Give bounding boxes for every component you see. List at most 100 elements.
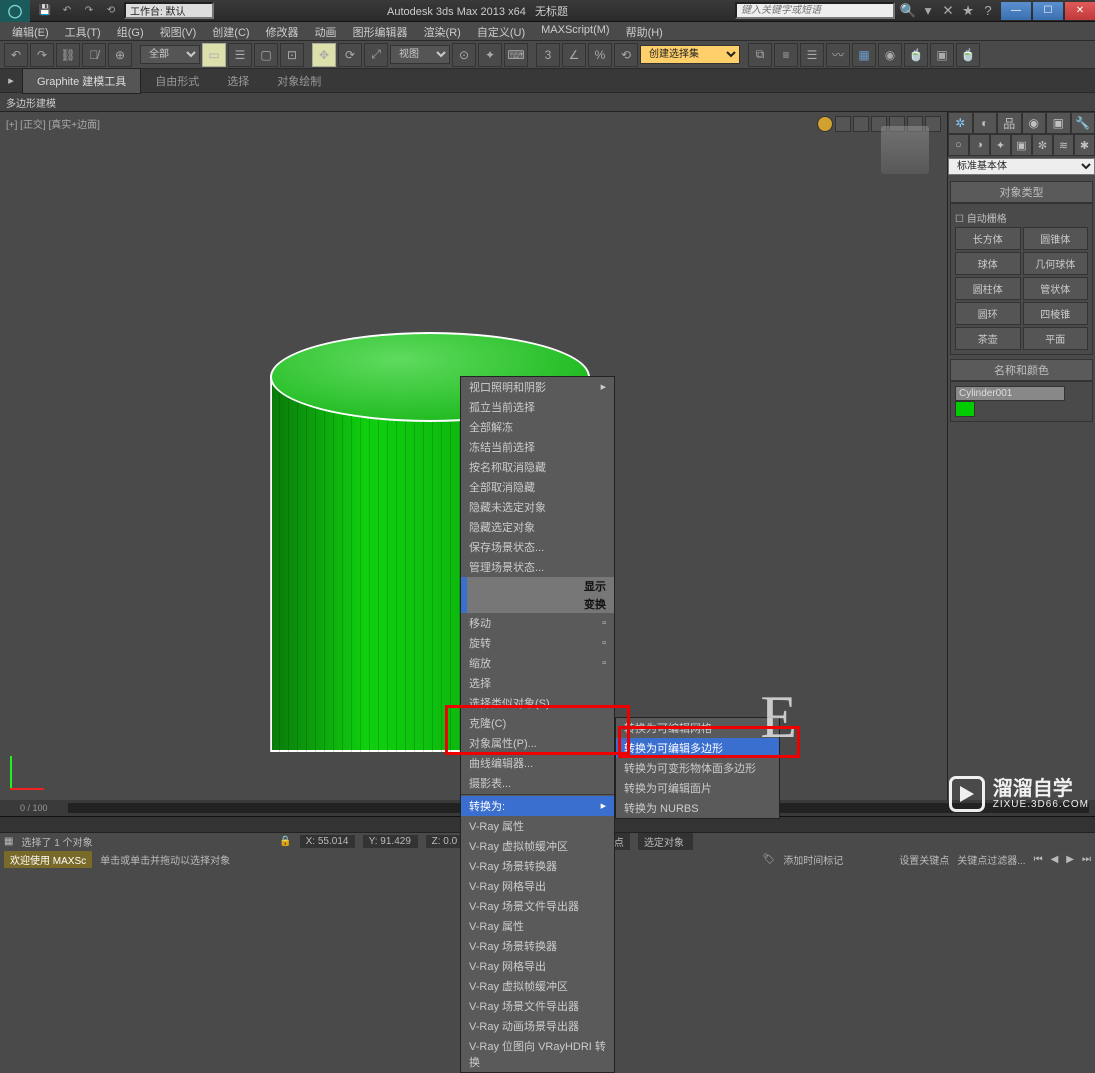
ctx-vray-sceneconv[interactable]: V-Ray 场景转换器 bbox=[461, 856, 614, 876]
maxscript-listener[interactable]: 欢迎使用 MAXSc bbox=[4, 851, 92, 868]
sub-editable-poly[interactable]: 转换为可编辑多边形 bbox=[616, 738, 779, 758]
prim-cone[interactable]: 圆锥体 bbox=[1023, 227, 1089, 250]
window-crossing-icon[interactable]: ⊡ bbox=[280, 43, 304, 67]
undo-icon[interactable]: ↶ bbox=[4, 43, 28, 67]
setkey-button[interactable]: 设置关键点 bbox=[899, 852, 949, 867]
sub-deform-poly[interactable]: 转换为可变形物体面多边形 bbox=[616, 758, 779, 778]
menu-maxscript[interactable]: MAXScript(M) bbox=[533, 22, 617, 40]
tab-modify-icon[interactable]: ◐ bbox=[973, 112, 998, 134]
ctx-manage-state[interactable]: 管理场景状态... bbox=[461, 557, 614, 577]
sub-shapes-icon[interactable]: ◑ bbox=[969, 134, 990, 156]
rotate-icon[interactable]: ⟳ bbox=[338, 43, 362, 67]
sub-lights-icon[interactable]: ✦ bbox=[990, 134, 1011, 156]
anglesnap-icon[interactable]: ∠ bbox=[562, 43, 586, 67]
ribbon-tab-paint[interactable]: 对象绘制 bbox=[263, 69, 335, 93]
spinnersnap-icon[interactable]: ⟲ bbox=[614, 43, 638, 67]
sub-editable-patch[interactable]: 转换为可编辑面片 bbox=[616, 778, 779, 798]
ctx-hide-unsel[interactable]: 隐藏未选定对象 bbox=[461, 497, 614, 517]
tab-create-icon[interactable]: ✲ bbox=[948, 112, 973, 134]
ctx-vray-props[interactable]: V-Ray 属性 bbox=[461, 816, 614, 836]
autogrid-checkbox[interactable]: ☐ 自动栅格 bbox=[955, 208, 1088, 227]
sub-spacewarps-icon[interactable]: ≋ bbox=[1053, 134, 1074, 156]
ctx-unhide-all[interactable]: 全部取消隐藏 bbox=[461, 477, 614, 497]
prim-tube[interactable]: 管状体 bbox=[1023, 277, 1089, 300]
ctx-curve-editor[interactable]: 曲线编辑器... bbox=[461, 753, 614, 773]
maximize-button[interactable]: ☐ bbox=[1033, 2, 1063, 20]
sub-geometry-icon[interactable]: ○ bbox=[948, 134, 969, 156]
ctx-vray-props2[interactable]: V-Ray 属性 bbox=[461, 916, 614, 936]
selection-filter[interactable]: 全部 bbox=[140, 45, 200, 64]
qat-link-icon[interactable]: ⟲ bbox=[102, 3, 120, 19]
bind-icon[interactable]: ⊕ bbox=[108, 43, 132, 67]
ctx-vray-vfb2[interactable]: V-Ray 虚拟帧缓冲区 bbox=[461, 976, 614, 996]
vp-icon[interactable] bbox=[853, 116, 869, 132]
ctx-convert-to[interactable]: 转换为: bbox=[461, 796, 614, 816]
material-editor-icon[interactable]: ◉ bbox=[878, 43, 902, 67]
ctx-vray-meshexp2[interactable]: V-Ray 网格导出 bbox=[461, 956, 614, 976]
viewport[interactable]: [+] [正交] [真实+边面] 视口照明和阴影 孤立当前选择 全部解冻 冻结当… bbox=[0, 112, 947, 800]
schematic-icon[interactable]: ▦ bbox=[852, 43, 876, 67]
sub-editable-mesh[interactable]: 转换为可编辑网格 bbox=[616, 718, 779, 738]
tab-utilities-icon[interactable]: 🔧 bbox=[1071, 112, 1095, 134]
object-name-input[interactable] bbox=[955, 386, 1065, 401]
ctx-rotate[interactable]: 旋转▫ bbox=[461, 633, 614, 653]
rollout-name-color[interactable]: 名称和颜色 bbox=[950, 359, 1093, 381]
ribbon-tab-selection[interactable]: 选择 bbox=[213, 69, 263, 93]
menu-help[interactable]: 帮助(H) bbox=[618, 22, 671, 40]
close-button[interactable]: ✕ bbox=[1065, 2, 1095, 20]
nav-icon[interactable]: ◀ bbox=[1051, 854, 1059, 865]
prim-sphere[interactable]: 球体 bbox=[955, 252, 1021, 275]
exchange-icon[interactable]: ✕ bbox=[939, 3, 957, 19]
ctx-scale[interactable]: 缩放▫ bbox=[461, 653, 614, 673]
ctx-clone[interactable]: 克隆(C) bbox=[461, 713, 614, 733]
ctx-dope-sheet[interactable]: 摄影表... bbox=[461, 773, 614, 793]
help-icon[interactable]: ? bbox=[979, 3, 997, 19]
ctx-unfreeze-all[interactable]: 全部解冻 bbox=[461, 417, 614, 437]
ctx-select-similar[interactable]: 选择类似对象(S) bbox=[461, 693, 614, 713]
object-color-swatch[interactable] bbox=[955, 401, 975, 417]
menu-views[interactable]: 视图(V) bbox=[152, 22, 205, 40]
menu-edit[interactable]: 编辑(E) bbox=[4, 22, 57, 40]
ctx-hide-sel[interactable]: 隐藏选定对象 bbox=[461, 517, 614, 537]
ctx-unhide-name[interactable]: 按名称取消隐藏 bbox=[461, 457, 614, 477]
sub-systems-icon[interactable]: ✱ bbox=[1074, 134, 1095, 156]
favorite-icon[interactable]: ★ bbox=[959, 3, 977, 19]
prim-pyramid[interactable]: 四棱锥 bbox=[1023, 302, 1089, 325]
mirror-icon[interactable]: ⧉ bbox=[748, 43, 772, 67]
sub-helpers-icon[interactable]: ✼ bbox=[1032, 134, 1053, 156]
ctx-move[interactable]: 移动▫ bbox=[461, 613, 614, 633]
ctx-vray-sceneexp[interactable]: V-Ray 场景文件导出器 bbox=[461, 896, 614, 916]
viewcube[interactable] bbox=[881, 126, 929, 174]
render-icon[interactable]: 🍵 bbox=[956, 43, 980, 67]
refcoord-dropdown[interactable]: 视图 bbox=[390, 45, 450, 64]
ctx-vray-animexp[interactable]: V-Ray 动画场景导出器 bbox=[461, 1016, 614, 1036]
ctx-vray-vfb[interactable]: V-Ray 虚拟帧缓冲区 bbox=[461, 836, 614, 856]
ctx-obj-props[interactable]: 对象属性(P)... bbox=[461, 733, 614, 753]
ctx-save-state[interactable]: 保存场景状态... bbox=[461, 537, 614, 557]
prim-torus[interactable]: 圆环 bbox=[955, 302, 1021, 325]
qat-undo-icon[interactable]: ↶ bbox=[58, 3, 76, 19]
select-region-icon[interactable]: ▢ bbox=[254, 43, 278, 67]
prim-geosphere[interactable]: 几何球体 bbox=[1023, 252, 1089, 275]
rollout-objtype[interactable]: 对象类型 bbox=[950, 181, 1093, 203]
menu-rendering[interactable]: 渲染(R) bbox=[416, 22, 469, 40]
ribbon-toggle-icon[interactable]: ▸ bbox=[0, 74, 22, 87]
unlink-icon[interactable]: ⛓̸ bbox=[82, 43, 106, 67]
ctx-vray-sceneconv2[interactable]: V-Ray 场景转换器 bbox=[461, 936, 614, 956]
tab-hierarchy-icon[interactable]: 品 bbox=[997, 112, 1022, 134]
rendered-frame-icon[interactable]: ▣ bbox=[930, 43, 954, 67]
viewport-label[interactable]: [+] [正交] [真实+边面] bbox=[6, 116, 100, 131]
prim-plane[interactable]: 平面 bbox=[1023, 327, 1089, 350]
nav-icon[interactable]: ⏮ bbox=[1034, 854, 1043, 865]
add-time-tag[interactable]: 添加时间标记 bbox=[783, 852, 843, 867]
menu-group[interactable]: 组(G) bbox=[109, 22, 152, 40]
render-setup-icon[interactable]: 🍵 bbox=[904, 43, 928, 67]
minimize-button[interactable]: — bbox=[1001, 2, 1031, 20]
menu-animation[interactable]: 动画 bbox=[307, 22, 345, 40]
category-dropdown[interactable]: 标准基本体 bbox=[948, 158, 1095, 175]
keyfilter-button[interactable]: 关键点过滤器... bbox=[957, 852, 1025, 867]
ctx-vray-meshexp[interactable]: V-Ray 网格导出 bbox=[461, 876, 614, 896]
tab-display-icon[interactable]: ▣ bbox=[1046, 112, 1071, 134]
nav-icon[interactable]: ⏭ bbox=[1082, 854, 1091, 865]
help-search-input[interactable] bbox=[735, 2, 895, 19]
